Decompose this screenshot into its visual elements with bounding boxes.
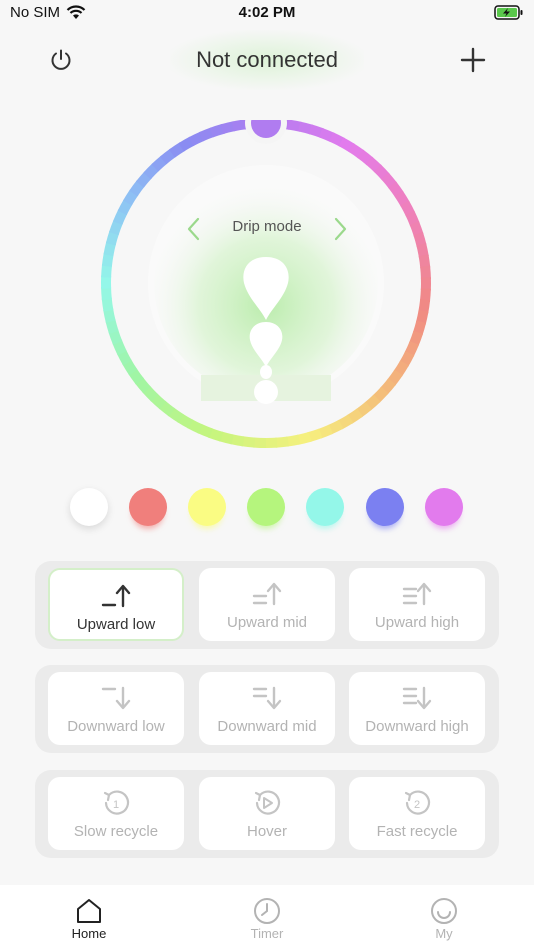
swatch-white[interactable]: [70, 488, 108, 526]
slow-recycle-button[interactable]: 1 Slow recycle: [48, 777, 184, 850]
downward-low-label: Downward low: [67, 718, 165, 735]
swatch-red[interactable]: [129, 488, 167, 526]
power-icon: [51, 49, 71, 70]
tab-my-label: My: [435, 926, 453, 941]
slow-recycle-label: Slow recycle: [73, 823, 159, 840]
swatch-cyan[interactable]: [306, 488, 344, 526]
downward-mode-panel: Downward low Downward mid Downward high: [35, 665, 499, 753]
upward-low-icon: [101, 584, 131, 608]
tab-timer-label: Timer: [250, 926, 284, 941]
clock-icon: [254, 898, 280, 924]
swatch-blue[interactable]: [366, 488, 404, 526]
next-mode-button[interactable]: [329, 214, 351, 244]
connection-status-title: Not connected: [170, 30, 364, 90]
color-wheel[interactable]: [98, 102, 434, 450]
swatch-purple[interactable]: [425, 488, 463, 526]
downward-low-icon: [101, 686, 131, 710]
preset-color-swatches: [70, 488, 470, 528]
svg-text:2: 2: [414, 799, 420, 811]
downward-mid-button[interactable]: Downward mid: [199, 672, 335, 745]
hover-label: Hover: [246, 823, 287, 840]
hover-button[interactable]: Hover: [199, 777, 335, 850]
downward-mid-label: Downward mid: [217, 718, 317, 735]
status-time: 4:02 PM: [238, 4, 296, 21]
hover-icon: [254, 790, 281, 815]
tab-my[interactable]: My: [404, 885, 484, 950]
fast-recycle-label: Fast recycle: [376, 823, 458, 840]
downward-low-button[interactable]: Downward low: [48, 672, 184, 745]
downward-high-icon: [402, 686, 432, 710]
upward-low-label: Upward low: [76, 616, 156, 633]
plus-icon: [460, 47, 486, 73]
downward-mid-icon: [252, 686, 282, 710]
mode-label: Drip mode: [232, 218, 302, 235]
recycle-mode-panel: 1 Slow recycle Hover 2 Fast recycle: [35, 770, 499, 858]
upward-mid-button[interactable]: Upward mid: [199, 568, 335, 641]
tab-home-label: Home: [71, 926, 107, 941]
upward-mid-icon: [252, 582, 282, 606]
downward-high-label: Downward high: [365, 718, 469, 735]
fast-recycle-icon: 2: [404, 790, 431, 815]
upward-low-button[interactable]: Upward low: [48, 568, 184, 641]
swatch-green[interactable]: [247, 488, 285, 526]
tab-bar: Home Timer My: [0, 885, 534, 950]
tab-timer[interactable]: Timer: [227, 885, 307, 950]
previous-mode-button[interactable]: [183, 214, 205, 244]
status-bar: No SIM 4:02 PM: [0, 0, 534, 28]
home-icon: [77, 899, 101, 923]
chevron-left-icon: [187, 217, 200, 241]
swatch-yellow[interactable]: [188, 488, 226, 526]
upward-mode-panel: Upward low Upward mid Upward high: [35, 561, 499, 649]
downward-high-button[interactable]: Downward high: [349, 672, 485, 745]
upward-high-button[interactable]: Upward high: [349, 568, 485, 641]
upward-high-icon: [402, 582, 432, 606]
smiley-icon: [431, 898, 457, 924]
power-button[interactable]: [41, 40, 81, 80]
color-ring[interactable]: [98, 102, 434, 450]
upward-high-label: Upward high: [374, 614, 460, 631]
slow-recycle-icon: 1: [103, 790, 130, 815]
add-device-button[interactable]: [453, 40, 493, 80]
chevron-right-icon: [334, 217, 347, 241]
tab-home[interactable]: Home: [49, 885, 129, 950]
svg-text:1: 1: [113, 799, 119, 811]
upward-mid-label: Upward mid: [226, 614, 308, 631]
battery-charging-icon: [494, 5, 523, 20]
fast-recycle-button[interactable]: 2 Fast recycle: [349, 777, 485, 850]
